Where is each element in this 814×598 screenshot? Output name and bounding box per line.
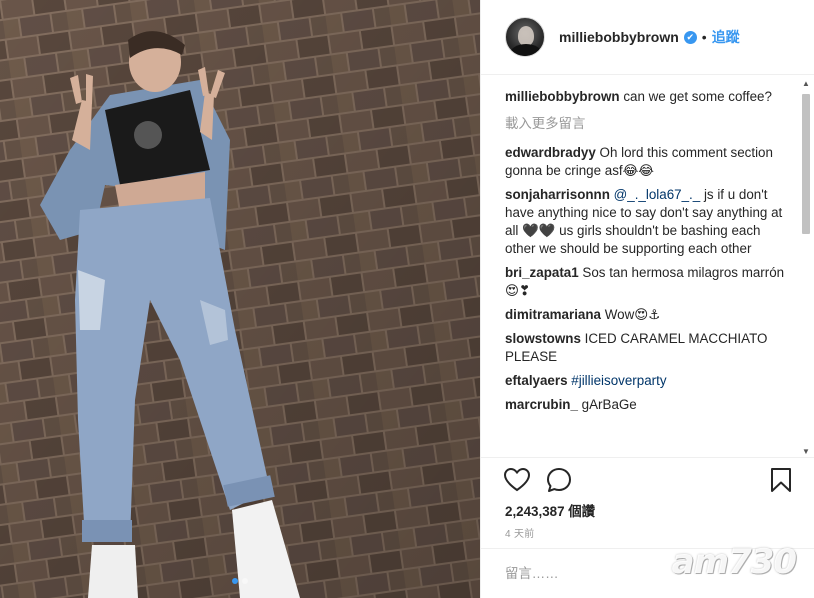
avatar[interactable] — [505, 17, 545, 57]
comment-username[interactable]: slowstowns — [505, 331, 581, 346]
post-timestamp[interactable]: 4 天前 — [505, 525, 535, 540]
post-photo[interactable] — [0, 0, 480, 598]
watermark-logo: am730 — [671, 542, 797, 582]
comment-username[interactable]: edwardbradyy — [505, 145, 596, 160]
load-more-comments-button[interactable]: 載入更多留言 — [505, 112, 801, 132]
comment-username[interactable]: marcrubin_ — [505, 397, 578, 412]
action-bar — [481, 457, 814, 502]
header-username[interactable]: milliebobbybrown — [559, 29, 679, 45]
comment-text: Wow😍⚓ — [604, 307, 661, 322]
comment-text: gArBaGe — [581, 397, 637, 412]
comment-item: bri_zapata1 Sos tan hermosa milagros mar… — [505, 264, 801, 300]
scroll-up-arrow-icon[interactable]: ▲ — [802, 80, 810, 88]
carousel-dot[interactable] — [232, 578, 238, 584]
bookmark-icon[interactable] — [767, 466, 795, 494]
comment-item: marcrubin_ gArBaGe — [505, 396, 801, 414]
comment-item: dimitramariana Wow😍⚓ — [505, 306, 801, 324]
carousel-dots — [0, 578, 480, 584]
comments-scrollbar[interactable]: ▲ ▼ — [800, 80, 812, 456]
verified-badge-icon: ✔ — [683, 30, 697, 44]
caption-text: can we get some coffee? — [623, 89, 772, 104]
comment-hashtag-link[interactable]: #jillieisoverparty — [571, 373, 666, 388]
post-header: milliebobbybrown ✔ • 追蹤 — [481, 0, 814, 75]
header-separator: • — [701, 29, 707, 45]
caption-username[interactable]: milliebobbybrown — [505, 89, 620, 104]
likes-count[interactable]: 2,243,387 個讚 — [505, 500, 595, 520]
comment-item: eftalyaers #jillieisoverparty — [505, 372, 801, 390]
comments-list[interactable]: milliebobbybrown can we get some coffee?… — [481, 76, 801, 457]
comment-username[interactable]: bri_zapata1 — [505, 265, 579, 280]
comment-username[interactable]: sonjaharrisonnn — [505, 187, 610, 202]
scrollbar-thumb[interactable] — [802, 94, 810, 234]
comment-bubble-icon[interactable] — [545, 466, 573, 494]
heart-icon[interactable] — [503, 466, 531, 494]
follow-button[interactable]: 追蹤 — [712, 27, 740, 47]
comment-username[interactable]: dimitramariana — [505, 307, 601, 322]
comment-item: sonjaharrisonnn @_._lola67_._ js if u do… — [505, 186, 801, 258]
comment-mention-link[interactable]: @_._lola67_._ — [614, 187, 701, 202]
photo-illustration — [0, 0, 480, 598]
carousel-dot[interactable] — [242, 578, 248, 584]
comment-item: edwardbradyy Oh lord this comment sectio… — [505, 144, 801, 180]
post-details-panel: milliebobbybrown ✔ • 追蹤 milliebobbybrown… — [480, 0, 814, 598]
caption: milliebobbybrown can we get some coffee? — [505, 88, 801, 106]
comment-item: slowstowns ICED CARAMEL MACCHIATO PLEASE — [505, 330, 801, 366]
comment-username[interactable]: eftalyaers — [505, 373, 568, 388]
scroll-down-arrow-icon[interactable]: ▼ — [802, 448, 810, 456]
